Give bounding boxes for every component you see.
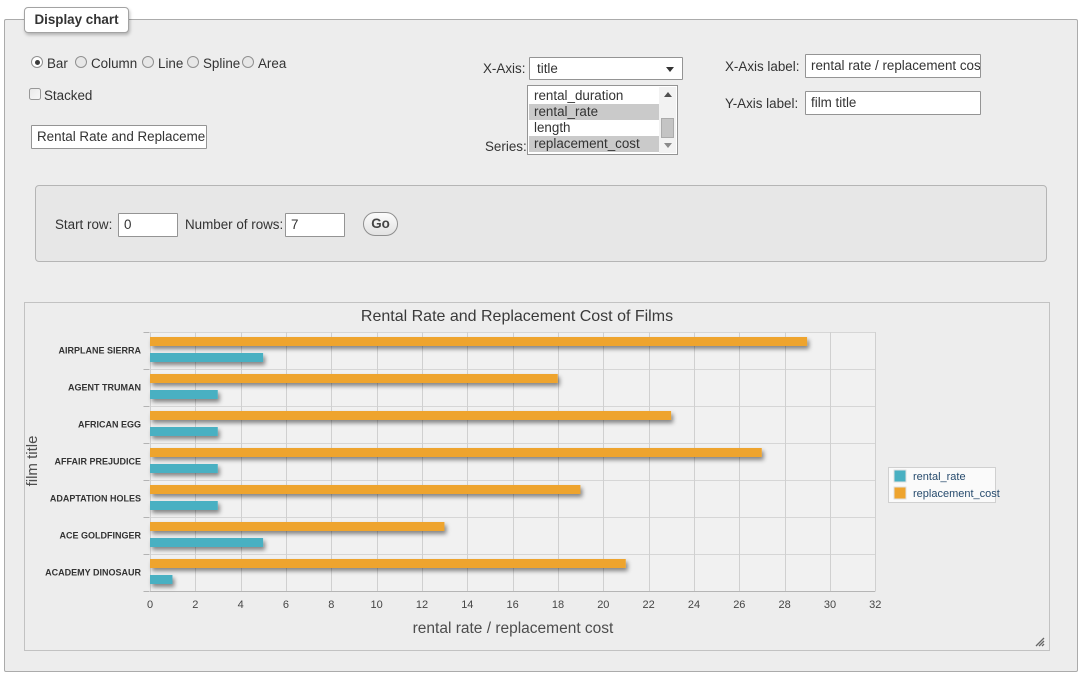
svg-text:AFFAIR PREJUDICE: AFFAIR PREJUDICE [54,457,141,467]
svg-text:6: 6 [283,599,289,611]
svg-text:18: 18 [552,599,564,611]
svg-text:ACADEMY DINOSAUR: ACADEMY DINOSAUR [45,568,141,578]
svg-text:replacement_cost: replacement_cost [913,488,1000,500]
svg-text:20: 20 [597,599,609,611]
svg-text:22: 22 [643,599,655,611]
svg-text:30: 30 [824,599,836,611]
svg-text:14: 14 [461,599,473,611]
svg-text:24: 24 [688,599,700,611]
svg-text:film title: film title [25,436,41,487]
svg-text:ACE GOLDFINGER: ACE GOLDFINGER [59,531,141,541]
svg-text:AGENT TRUMAN: AGENT TRUMAN [68,383,141,393]
svg-text:ADAPTATION HOLES: ADAPTATION HOLES [50,494,141,504]
svg-text:32: 32 [869,599,881,611]
svg-text:AIRPLANE SIERRA: AIRPLANE SIERRA [58,346,141,356]
svg-text:2: 2 [192,599,198,611]
svg-text:26: 26 [733,599,745,611]
svg-text:10: 10 [371,599,383,611]
svg-text:0: 0 [147,599,153,611]
svg-text:rental_rate: rental_rate [913,471,966,483]
svg-text:rental rate / replacement cost: rental rate / replacement cost [413,620,614,637]
svg-text:28: 28 [779,599,791,611]
svg-text:16: 16 [507,599,519,611]
svg-text:Rental Rate and Replacement Co: Rental Rate and Replacement Cost of Film… [361,308,673,325]
svg-text:8: 8 [328,599,334,611]
svg-text:AFRICAN EGG: AFRICAN EGG [78,420,141,430]
svg-text:12: 12 [416,599,428,611]
svg-text:4: 4 [238,599,244,611]
